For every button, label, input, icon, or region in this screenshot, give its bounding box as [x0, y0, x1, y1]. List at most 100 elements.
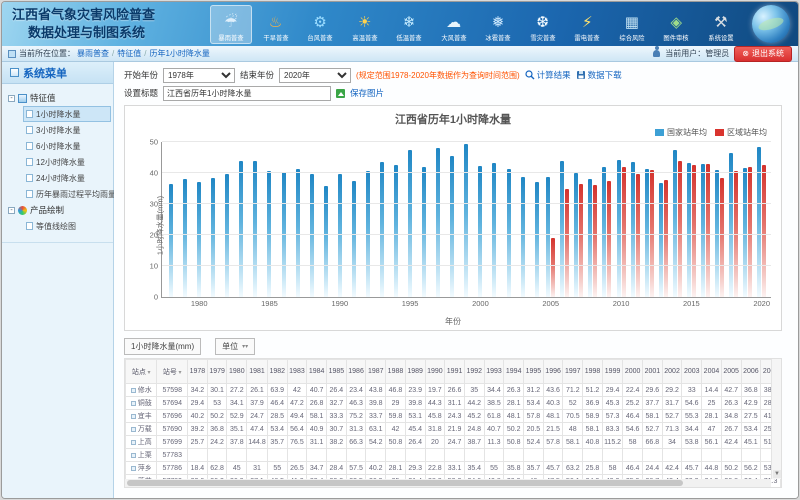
tree-item[interactable]: 3小时降水量 — [23, 122, 111, 138]
save-image-button-label: 保存图片 — [350, 87, 384, 99]
station-id-cell: 57696 — [157, 410, 188, 423]
toolbar-item-lightning[interactable]: ⚡雷电普查 — [566, 5, 608, 44]
save-image-button[interactable]: 保存图片 — [350, 87, 384, 99]
chart-title-input[interactable] — [163, 86, 331, 101]
download-button-label: 数据下载 — [588, 69, 622, 81]
station-name-cell: 萍乡 — [126, 462, 157, 475]
tree-item[interactable]: 6小时降水量 — [23, 138, 111, 154]
bar-group-1988 — [305, 142, 319, 297]
tree-node-products[interactable]: -产品绘制 — [8, 202, 111, 218]
tree-item-label: 等值线绘图 — [36, 221, 76, 232]
value-cell: 32.7 — [563, 488, 583, 489]
toolbar-item-settings[interactable]: ⚒系统设置 — [700, 5, 742, 44]
table-row[interactable]: 上高5769925.724.237.8144.835.776.531.138.2… — [126, 436, 781, 449]
value-cell: 26.1 — [247, 384, 268, 397]
value-cell: 42.7 — [721, 384, 741, 397]
column-header-year: 1990 — [425, 360, 445, 384]
column-header-station-id[interactable]: 站号 ▾ — [157, 360, 188, 384]
logout-icon: ⊗ — [742, 49, 749, 58]
value-cell: 62.8 — [207, 462, 227, 475]
chart-legend: 国家站年均区域站年均 — [655, 127, 767, 138]
toolbar-item-drought[interactable]: ♨干旱普查 — [255, 5, 297, 44]
value-cell: 29.3 — [405, 462, 425, 475]
value-cell: 71.2 — [563, 384, 583, 397]
value-cell: 50.2 — [504, 423, 524, 436]
value-cell: 50.8 — [504, 436, 524, 449]
hail-icon: ❅ — [492, 13, 505, 33]
value-cell: 43.6 — [543, 384, 563, 397]
value-cell: 26.4 — [327, 384, 347, 397]
horizontal-scrollbar-thumb[interactable] — [127, 480, 683, 486]
column-header-station[interactable]: 站点 ▾ — [126, 360, 157, 384]
table-row[interactable]: 修水5759834.230.127.226.163.94240.726.423.… — [126, 384, 781, 397]
breadcrumb-item[interactable]: 特征值 — [117, 49, 141, 58]
rainfall-chart: 江西省历年1小时降水量 国家站年均区域站年均 1小时降水量(mm) 198019… — [124, 105, 782, 331]
value-cell: 38.5 — [484, 397, 504, 410]
toolbar-item-rain[interactable]: ☔暴雨普查 — [210, 5, 252, 44]
tree-item[interactable]: 24小时降水量 — [23, 170, 111, 186]
bar-regional-2020 — [762, 165, 766, 297]
toolbar-item-typhoon[interactable]: ⚙台风普查 — [299, 5, 341, 44]
tree-item-label: 3小时降水量 — [36, 125, 80, 136]
station-name-cell: 上栗 — [126, 449, 157, 462]
table-row[interactable]: 宜春5779333.128.530.541.221.446.652.847.85… — [126, 488, 781, 489]
bar-group-2007 — [572, 142, 586, 297]
gridline — [162, 141, 771, 142]
sort-arrow-icon[interactable]: ▾ — [177, 370, 182, 376]
value-cell — [504, 449, 524, 462]
dataset-selector[interactable]: 1小时降水量(mm) — [124, 338, 201, 355]
column-header-year: 2005 — [721, 360, 741, 384]
toolbar-item-risk[interactable]: ▦综合风险 — [611, 5, 653, 44]
toolbar-item-map-review[interactable]: ◈图件审核 — [655, 5, 697, 44]
breadcrumb-item[interactable]: 历年1小时降水量 — [149, 49, 209, 58]
bar-national-1998 — [450, 156, 454, 297]
value-cell: 46.3 — [346, 397, 366, 410]
table-row[interactable]: 萍乡5778618.462.845315526.534.728.457.540.… — [126, 462, 781, 475]
tree-item[interactable]: 12小时降水量 — [23, 154, 111, 170]
table-row[interactable]: 上栗57783 — [126, 449, 781, 462]
value-cell: 23.9 — [405, 384, 425, 397]
bar-group-2017 — [712, 142, 726, 297]
tree-node-features[interactable]: -特征值 — [8, 90, 111, 106]
toolbar-item-snow[interactable]: ❆雪灾普查 — [522, 5, 564, 44]
toolbar-item-heat[interactable]: ☀高温普查 — [344, 5, 386, 44]
end-year-select[interactable]: 2020年 — [279, 68, 351, 83]
toolbar-item-hail[interactable]: ❅冰雹普查 — [477, 5, 519, 44]
start-year-select[interactable]: 1978年 — [163, 68, 235, 83]
tree-item[interactable]: 等值线绘图 — [23, 218, 111, 234]
column-header-year: 1985 — [327, 360, 347, 384]
download-button[interactable]: 数据下载 — [576, 69, 622, 81]
vertical-scrollbar[interactable]: ▼ — [771, 359, 781, 479]
y-tick-label: 30 — [150, 200, 158, 209]
table-row[interactable]: 铜鼓5769429.45334.137.946.447.226.832.746.… — [126, 397, 781, 410]
tree-item[interactable]: 历年暴雨过程平均雨量 — [23, 186, 111, 202]
x-tick-label: 2000 — [472, 299, 489, 308]
calculate-button[interactable]: 计算结果 — [525, 69, 571, 81]
value-cell: 38.2 — [327, 436, 347, 449]
bar-group-1986 — [277, 142, 291, 297]
sort-arrow-icon[interactable]: ▾ — [146, 370, 151, 376]
toolbar-item-cold[interactable]: ❄低温普查 — [388, 5, 430, 44]
collapse-toggle-icon[interactable]: - — [8, 95, 15, 102]
breadcrumb-item[interactable]: 暴雨普查 — [77, 49, 109, 58]
logout-button[interactable]: ⊗ 退出系统 — [734, 46, 792, 62]
bar-regional-2015 — [692, 165, 696, 297]
unit-selector[interactable]: 单位 ▾▾ — [215, 338, 255, 355]
value-cell: 34 — [662, 436, 682, 449]
value-cell: 11.3 — [484, 436, 504, 449]
scroll-down-arrow-icon[interactable]: ▼ — [773, 470, 781, 478]
value-cell: 36.8 — [741, 384, 761, 397]
legend-item: 区域站年均 — [715, 127, 767, 138]
value-cell: 47.2 — [287, 397, 307, 410]
bar-national-2004 — [535, 182, 539, 297]
value-cell — [662, 449, 682, 462]
table-row[interactable]: 万载5769039.236.835.147.453.456.440.930.73… — [126, 423, 781, 436]
toolbar-item-wind[interactable]: ☁大风普查 — [433, 5, 475, 44]
horizontal-scrollbar[interactable] — [125, 479, 771, 487]
value-cell: 25.2 — [623, 397, 643, 410]
tree-item[interactable]: 1小时降水量 — [23, 106, 111, 122]
collapse-toggle-icon[interactable]: - — [8, 207, 15, 214]
value-cell: 34.7 — [307, 462, 327, 475]
value-cell: 78.2 — [721, 488, 741, 489]
table-row[interactable]: 宜丰5769640.250.252.924.728.549.458.133.37… — [126, 410, 781, 423]
